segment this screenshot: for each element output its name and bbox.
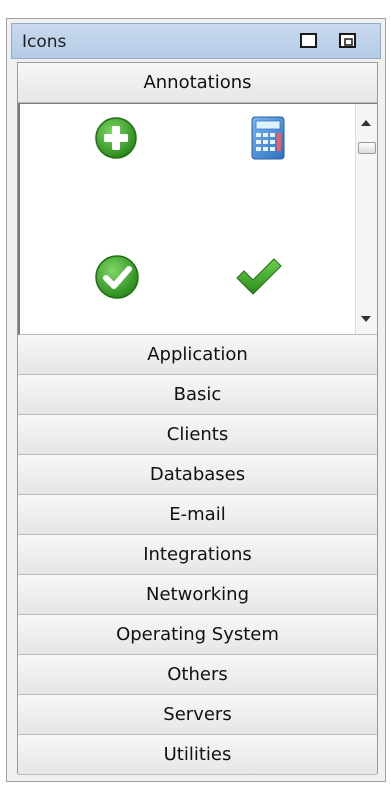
category-servers[interactable]: Servers: [18, 695, 377, 735]
category-clients[interactable]: Clients: [18, 415, 377, 455]
category-email[interactable]: E-mail: [18, 495, 377, 535]
icons-panel: Icons Annotations Application Basic Clie…: [6, 18, 386, 782]
category-annotations[interactable]: Annotations: [18, 63, 377, 103]
calculator-icon[interactable]: [250, 116, 286, 164]
category-others[interactable]: Others: [18, 655, 377, 695]
category-databases[interactable]: Databases: [18, 455, 377, 495]
category-integrations[interactable]: Integrations: [18, 535, 377, 575]
category-utilities[interactable]: Utilities: [18, 735, 377, 775]
category-application[interactable]: Application: [18, 335, 377, 375]
icon-gallery: [18, 103, 377, 335]
add-circle-icon[interactable]: [94, 116, 138, 164]
checkmark-icon[interactable]: [234, 256, 284, 302]
category-networking[interactable]: Networking: [18, 575, 377, 615]
check-circle-icon[interactable]: [94, 254, 140, 304]
category-operating-system[interactable]: Operating System: [18, 615, 377, 655]
scroll-up-icon[interactable]: [361, 120, 371, 126]
scroll-thumb[interactable]: [358, 142, 376, 154]
maximize-icon[interactable]: [300, 33, 318, 49]
restore-icon[interactable]: [339, 33, 357, 49]
gallery-scrollbar[interactable]: [355, 104, 377, 334]
icon-category-list: Annotations Application Basic Clients Da…: [17, 62, 378, 775]
panel-title-bar: Icons: [11, 23, 381, 59]
category-basic[interactable]: Basic: [18, 375, 377, 415]
panel-title: Icons: [22, 32, 67, 52]
scroll-down-icon[interactable]: [361, 316, 371, 322]
